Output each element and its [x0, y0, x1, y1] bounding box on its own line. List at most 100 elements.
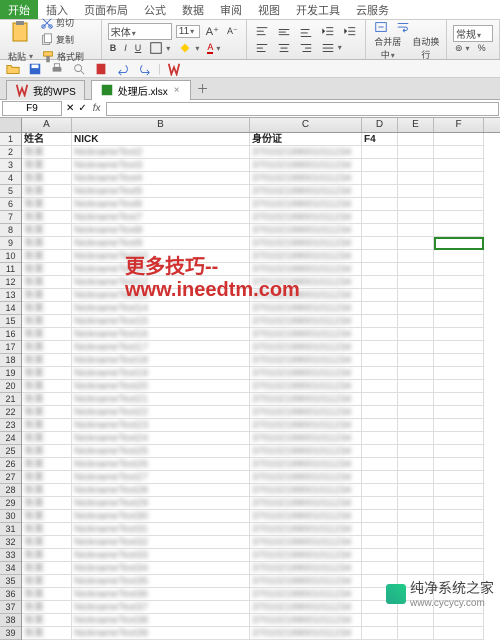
cell[interactable] [362, 263, 398, 276]
cell[interactable] [398, 289, 434, 302]
align-justify-button[interactable] [319, 40, 344, 56]
fx-cancel[interactable]: ✕ [64, 102, 76, 115]
copy-button[interactable]: 复制 [38, 32, 76, 48]
cell[interactable]: 370102199001011234 [250, 510, 362, 523]
cell[interactable]: 张某 [22, 250, 72, 263]
cell[interactable] [362, 406, 398, 419]
qat-undo[interactable] [114, 61, 132, 77]
select-all-corner[interactable] [0, 118, 22, 132]
cell[interactable] [398, 627, 434, 640]
cell[interactable] [434, 419, 484, 432]
cell[interactable] [434, 484, 484, 497]
cell[interactable] [362, 393, 398, 406]
cell[interactable] [434, 380, 484, 393]
row-header[interactable]: 5 [0, 185, 21, 198]
cell[interactable]: 张某 [22, 146, 72, 159]
formula-bar[interactable] [106, 102, 499, 116]
tab-close-button[interactable]: × [172, 85, 182, 96]
cell[interactable]: 370102199001011234 [250, 354, 362, 367]
cell[interactable]: NicknameText5 [72, 185, 250, 198]
cell[interactable] [398, 575, 434, 588]
cell[interactable]: 370102199001011234 [250, 367, 362, 380]
cell[interactable] [362, 419, 398, 432]
font-grow-button[interactable]: A⁺ [204, 24, 221, 39]
cell[interactable] [362, 289, 398, 302]
cell[interactable] [398, 185, 434, 198]
qat-pdf[interactable] [92, 61, 110, 77]
cell[interactable] [362, 354, 398, 367]
qat-save[interactable] [26, 61, 44, 77]
cell[interactable]: NicknameText13 [72, 289, 250, 302]
cell[interactable]: 370102199001011234 [250, 458, 362, 471]
cell[interactable] [362, 510, 398, 523]
cell[interactable] [434, 146, 484, 159]
row-header[interactable]: 8 [0, 224, 21, 237]
cell[interactable]: 张某 [22, 211, 72, 224]
col-header-F[interactable]: F [434, 118, 484, 132]
cell[interactable] [434, 328, 484, 341]
row-header[interactable]: 25 [0, 445, 21, 458]
menu-formula[interactable]: 公式 [136, 0, 174, 19]
cell[interactable]: 370102199001011234 [250, 146, 362, 159]
cell[interactable]: 张某 [22, 627, 72, 640]
menu-devtools[interactable]: 开发工具 [288, 0, 348, 19]
cell[interactable]: 370102199001011234 [250, 289, 362, 302]
cell[interactable]: NicknameText22 [72, 406, 250, 419]
border-button[interactable] [147, 40, 172, 56]
cell[interactable]: NicknameText33 [72, 549, 250, 562]
row-header[interactable]: 35 [0, 575, 21, 588]
merge-label[interactable]: 合并居中 [372, 35, 404, 61]
cell[interactable] [434, 367, 484, 380]
cell[interactable] [362, 562, 398, 575]
cell[interactable] [362, 159, 398, 172]
cell[interactable] [362, 627, 398, 640]
cell[interactable]: 张某 [22, 601, 72, 614]
qat-open[interactable] [4, 61, 22, 77]
cell[interactable]: NicknameText19 [72, 367, 250, 380]
cell[interactable]: 370102199001011234 [250, 263, 362, 276]
cell[interactable] [398, 445, 434, 458]
fx-confirm[interactable]: ✓ [76, 102, 88, 115]
cell[interactable] [434, 445, 484, 458]
cell[interactable] [434, 601, 484, 614]
cell[interactable] [398, 146, 434, 159]
cell[interactable]: 张某 [22, 575, 72, 588]
cell[interactable]: 370102199001011234 [250, 302, 362, 315]
cell[interactable]: 张某 [22, 328, 72, 341]
align-bot-button[interactable] [297, 24, 315, 40]
cell[interactable] [362, 588, 398, 601]
cell[interactable] [434, 393, 484, 406]
cell[interactable]: 张某 [22, 445, 72, 458]
cell[interactable]: 张某 [22, 458, 72, 471]
merge-button[interactable] [372, 19, 390, 35]
cell[interactable] [434, 588, 484, 601]
cell[interactable] [362, 614, 398, 627]
cell[interactable] [434, 510, 484, 523]
cell[interactable] [434, 224, 484, 237]
cell[interactable] [362, 146, 398, 159]
cell[interactable]: NicknameText6 [72, 198, 250, 211]
cell[interactable]: NicknameText36 [72, 588, 250, 601]
cell[interactable]: 370102199001011234 [250, 497, 362, 510]
cell[interactable]: 370102199001011234 [250, 523, 362, 536]
cell[interactable] [398, 484, 434, 497]
italic-button[interactable]: I [122, 42, 129, 54]
cell[interactable] [434, 406, 484, 419]
cell[interactable]: NicknameText15 [72, 315, 250, 328]
cell[interactable] [398, 237, 434, 250]
cell[interactable] [398, 406, 434, 419]
cell[interactable]: 姓名 [22, 133, 72, 146]
cell[interactable]: NicknameText30 [72, 510, 250, 523]
row-header[interactable]: 4 [0, 172, 21, 185]
cell[interactable]: 张某 [22, 484, 72, 497]
cell[interactable]: 张某 [22, 185, 72, 198]
cell[interactable] [398, 211, 434, 224]
row-header[interactable]: 14 [0, 302, 21, 315]
cell[interactable] [362, 432, 398, 445]
cell[interactable] [434, 159, 484, 172]
row-header[interactable]: 20 [0, 380, 21, 393]
cell[interactable] [434, 133, 484, 146]
menu-view[interactable]: 视图 [250, 0, 288, 19]
cell[interactable]: 370102199001011234 [250, 549, 362, 562]
row-header[interactable]: 9 [0, 237, 21, 250]
